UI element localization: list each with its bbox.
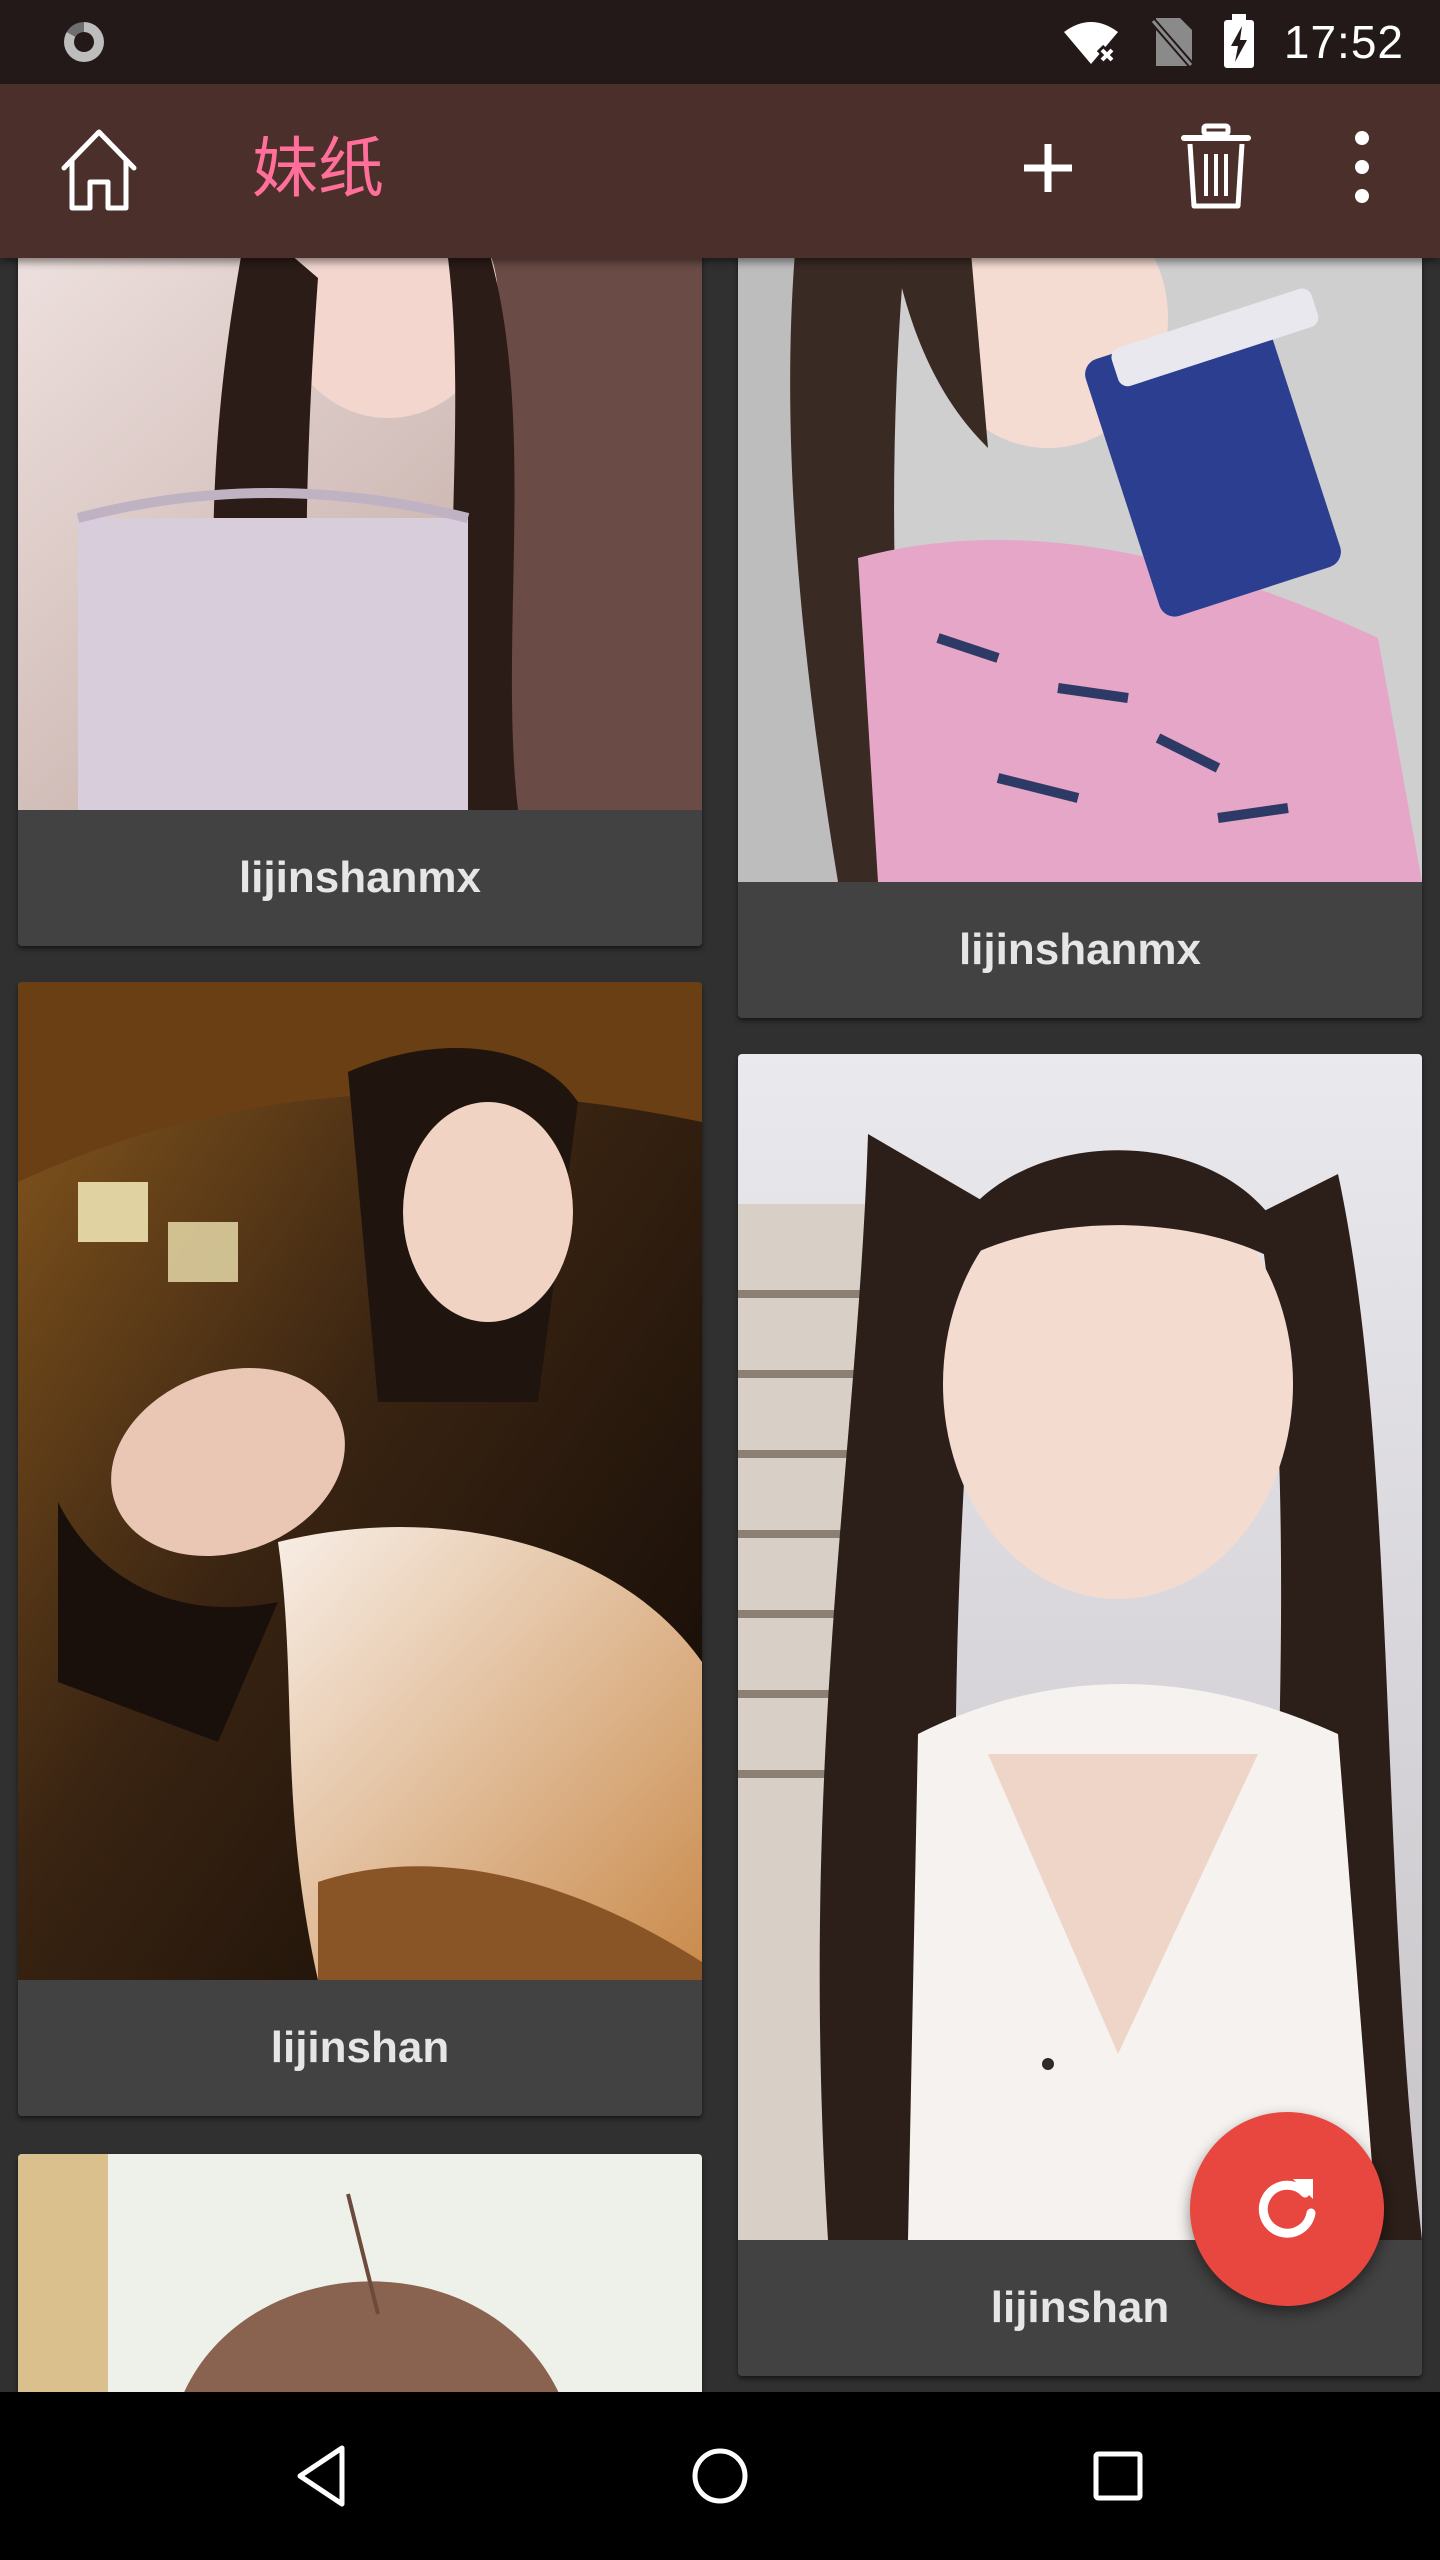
photo-image — [18, 2154, 702, 2392]
add-icon[interactable] — [1018, 128, 1078, 208]
photo-image — [738, 258, 1422, 882]
photo-image — [18, 982, 702, 1980]
app-bar: 妹纸 — [0, 84, 1440, 258]
photo-image — [18, 258, 702, 810]
delete-icon[interactable] — [1180, 120, 1252, 212]
photo-card[interactable]: lijinshanmx — [18, 258, 702, 946]
refresh-button[interactable] — [1190, 2112, 1384, 2306]
navigation-bar — [0, 2392, 1440, 2560]
battery-charging-icon — [1222, 14, 1256, 70]
photo-card[interactable]: lijinshan — [18, 982, 702, 2116]
home-circle-icon[interactable] — [678, 2434, 762, 2518]
photo-card[interactable] — [18, 2154, 702, 2392]
card-caption: lijinshan — [270, 2023, 450, 2072]
wifi-off-icon — [1060, 18, 1122, 66]
photo-image — [738, 1054, 1422, 2240]
recents-icon[interactable] — [1076, 2434, 1160, 2518]
home-icon[interactable] — [58, 124, 140, 214]
status-icons: 17:52 — [1060, 0, 1404, 84]
more-vert-icon[interactable] — [1350, 122, 1374, 212]
refresh-icon — [1251, 2171, 1323, 2248]
no-sim-icon — [1149, 16, 1194, 68]
spinner-icon — [64, 22, 104, 62]
status-bar: 17:52 — [0, 0, 1440, 84]
card-caption: lijinshanmx — [958, 925, 1202, 974]
page-title: 妹纸 — [252, 130, 384, 207]
card-caption: lijinshanmx — [238, 853, 482, 902]
photo-grid: lijinshanmx lijinshanmx lijinshan lijins… — [0, 258, 1440, 2392]
back-icon[interactable] — [280, 2434, 364, 2518]
status-time: 17:52 — [1283, 16, 1404, 68]
photo-card[interactable]: lijinshanmx — [738, 258, 1422, 1018]
